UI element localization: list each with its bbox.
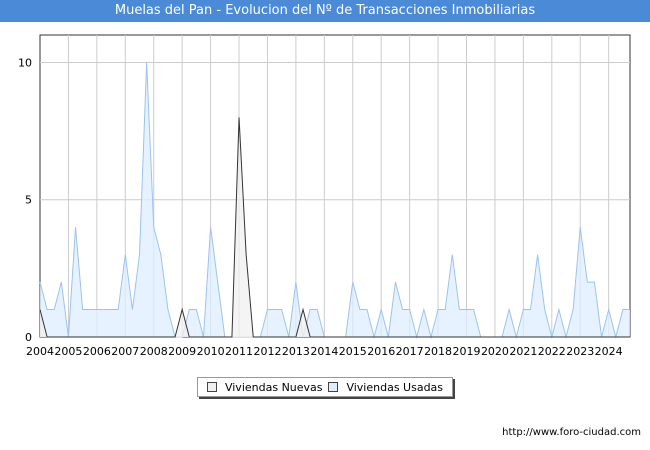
x-tick-label: 2018 xyxy=(424,345,452,358)
legend-label-nuevas: Viviendas Nuevas xyxy=(224,380,323,394)
x-tick-label: 2019 xyxy=(453,345,481,358)
x-tick-label: 2022 xyxy=(538,345,566,358)
x-tick-label: 2004 xyxy=(26,345,54,358)
legend-swatch-nuevas xyxy=(206,382,217,392)
source-url: http://www.foro-ciudad.com xyxy=(502,427,641,438)
x-tick-label: 2010 xyxy=(197,345,225,358)
y-tick-label: 0 xyxy=(25,331,32,344)
legend-swatch-usadas xyxy=(328,382,339,392)
x-tick-label: 2017 xyxy=(396,345,424,358)
x-tick-label: 2007 xyxy=(111,345,139,358)
legend-item-nuevas: Viviendas Nuevas xyxy=(206,380,323,394)
x-tick-label: 2009 xyxy=(168,345,196,358)
legend-label-usadas: Viviendas Usadas xyxy=(346,380,444,394)
x-tick-label: 2021 xyxy=(509,345,537,358)
x-tick-label: 2005 xyxy=(54,345,82,358)
x-tick-label: 2014 xyxy=(310,345,338,358)
x-tick-label: 2016 xyxy=(367,345,395,358)
y-tick-label: 5 xyxy=(25,194,32,207)
x-tick-label: 2008 xyxy=(140,345,168,358)
x-tick-label: 2012 xyxy=(253,345,281,358)
x-tick-label: 2020 xyxy=(481,345,509,358)
x-tick-label: 2024 xyxy=(595,345,623,358)
y-tick-label: 10 xyxy=(18,56,32,69)
x-tick-label: 2015 xyxy=(339,345,367,358)
legend: Viviendas Nuevas Viviendas Usadas xyxy=(197,377,453,397)
legend-item-usadas: Viviendas Usadas xyxy=(328,381,443,394)
x-tick-label: 2023 xyxy=(566,345,594,358)
x-tick-label: 2013 xyxy=(282,345,310,358)
x-tick-label: 2011 xyxy=(225,345,253,358)
x-tick-label: 2006 xyxy=(83,345,111,358)
